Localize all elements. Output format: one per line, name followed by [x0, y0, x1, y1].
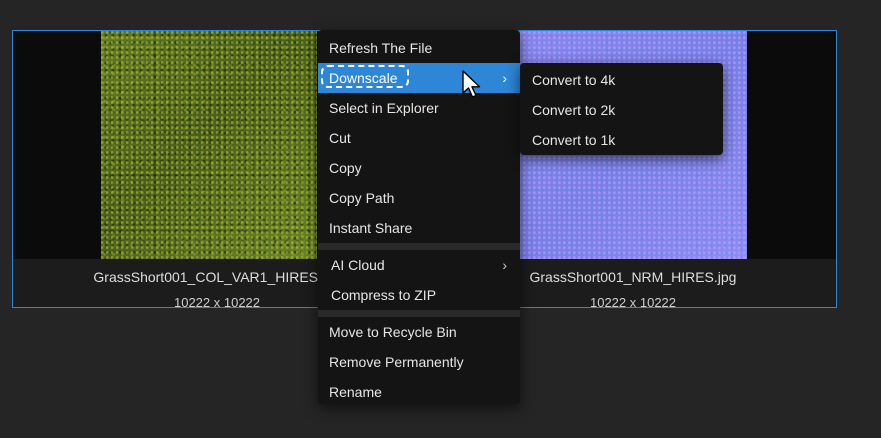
menu-item-label: Copy Path: [329, 190, 395, 206]
menu-item-label: Convert to 2k: [532, 102, 616, 118]
menu-separator: [318, 310, 520, 317]
menu-item-label: Remove Permanently: [329, 354, 464, 370]
menu-item-copy[interactable]: Copy: [318, 153, 520, 183]
menu-item-label: Refresh The File: [329, 40, 433, 56]
menu-item-recycle-bin[interactable]: Move to Recycle Bin: [318, 317, 520, 347]
chevron-right-icon: ›: [502, 70, 507, 86]
submenu-item-convert-1k[interactable]: Convert to 1k: [520, 125, 723, 155]
menu-item-label: Rename: [329, 384, 382, 400]
menu-separator: [318, 243, 520, 250]
submenu-item-convert-2k[interactable]: Convert to 2k: [520, 95, 723, 125]
menu-item-refresh[interactable]: Refresh The File: [318, 33, 520, 63]
menu-item-compress-zip[interactable]: Compress to ZIP: [318, 280, 520, 310]
menu-item-downscale[interactable]: Downscale ›: [318, 63, 520, 93]
context-menu: Refresh The File Downscale › Select in E…: [318, 30, 520, 404]
mouse-pointer-icon: [462, 70, 481, 98]
menu-item-label: Instant Share: [329, 220, 413, 236]
menu-item-select-in-explorer[interactable]: Select in Explorer: [318, 93, 520, 123]
menu-item-label: Convert to 1k: [532, 132, 616, 148]
menu-item-label: Copy: [329, 160, 362, 176]
focus-outline: [321, 65, 409, 88]
menu-item-cut[interactable]: Cut: [318, 123, 520, 153]
menu-item-label: AI Cloud: [331, 257, 385, 273]
chevron-right-icon: ›: [502, 257, 507, 273]
menu-item-label: Cut: [329, 130, 351, 146]
menu-item-rename[interactable]: Rename: [318, 377, 520, 407]
menu-item-label: Compress to ZIP: [331, 287, 437, 303]
menu-item-label: Move to Recycle Bin: [329, 324, 457, 340]
menu-item-label: Select in Explorer: [329, 100, 439, 116]
downscale-submenu: Convert to 4k Convert to 2k Convert to 1…: [520, 63, 723, 155]
grass-texture-thumbnail[interactable]: [101, 31, 317, 259]
menu-item-label: Convert to 4k: [532, 72, 616, 88]
menu-item-instant-share[interactable]: Instant Share: [318, 213, 520, 243]
submenu-item-convert-4k[interactable]: Convert to 4k: [520, 65, 723, 95]
menu-item-ai-cloud[interactable]: AI Cloud ›: [318, 250, 520, 280]
menu-item-remove-permanently[interactable]: Remove Permanently: [318, 347, 520, 377]
menu-item-copy-path[interactable]: Copy Path: [318, 183, 520, 213]
